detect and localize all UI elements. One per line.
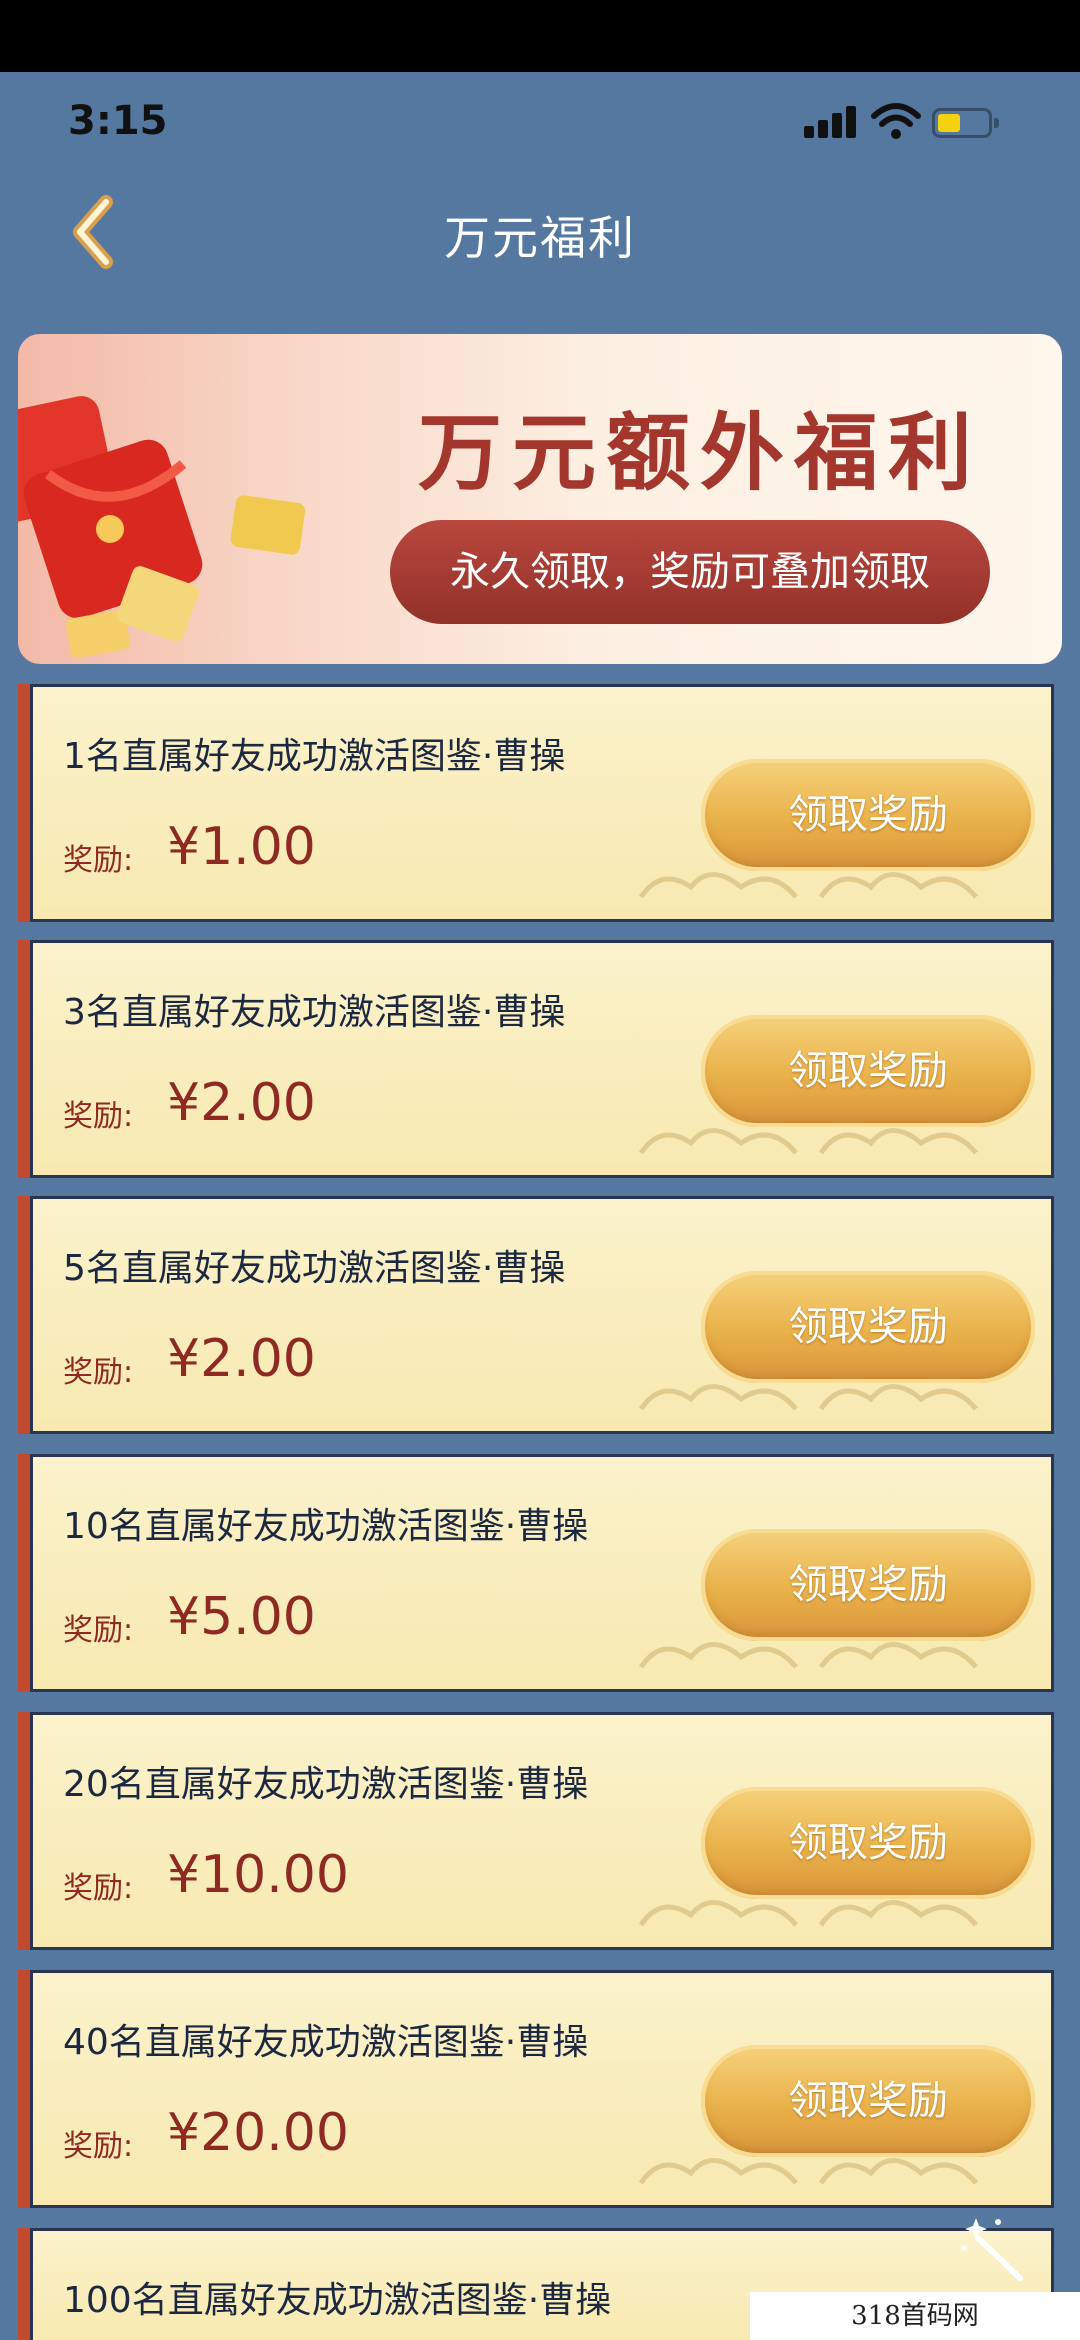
- task-card: 20名直属好友成功激活图鉴·曹操 奖励: ¥10.00 领取奖励: [30, 1712, 1054, 1950]
- task-title: 10名直属好友成功激活图鉴·曹操: [63, 1506, 589, 1547]
- claim-reward-button[interactable]: 领取奖励: [701, 1529, 1035, 1641]
- reward-amount: ¥2.00: [167, 1073, 316, 1133]
- reward-amount: ¥10.00: [167, 1845, 349, 1905]
- claim-reward-button[interactable]: 领取奖励: [701, 1787, 1035, 1899]
- signal-icon: [804, 106, 856, 138]
- claim-reward-button[interactable]: 领取奖励: [701, 1271, 1035, 1383]
- task-card: 3名直属好友成功激活图鉴·曹操 奖励: ¥2.00 领取奖励: [30, 940, 1054, 1178]
- status-icons: [804, 102, 1004, 142]
- reward-label: 奖励:: [63, 843, 134, 878]
- task-card: 5名直属好友成功激活图鉴·曹操 奖励: ¥2.00 领取奖励: [30, 1196, 1054, 1434]
- top-black-bar: [0, 0, 1080, 72]
- reward-amount: ¥20.00: [167, 2103, 349, 2163]
- reward-amount: ¥2.00: [167, 1329, 316, 1389]
- task-title: 20名直属好友成功激活图鉴·曹操: [63, 1764, 589, 1805]
- claim-reward-button[interactable]: 领取奖励: [701, 2045, 1035, 2157]
- banner-subtitle: 永久领取，奖励可叠加领取: [390, 520, 990, 624]
- task-title: 40名直属好友成功激活图鉴·曹操: [63, 2022, 589, 2063]
- page-title: 万元福利: [444, 211, 636, 265]
- task-card: 40名直属好友成功激活图鉴·曹操 奖励: ¥20.00 领取奖励: [30, 1970, 1054, 2208]
- reward-label: 奖励:: [63, 1613, 134, 1648]
- task-title: 1名直属好友成功激活图鉴·曹操: [63, 736, 566, 777]
- reward-amount: ¥5.00: [167, 1587, 316, 1647]
- battery-icon: [932, 108, 999, 138]
- nav-bar: 万元福利: [0, 172, 1080, 292]
- claim-reward-button[interactable]: 领取奖励: [701, 1015, 1035, 1127]
- wifi-icon: [871, 103, 921, 139]
- banner-title: 万元额外福利: [417, 403, 982, 502]
- magic-wand-icon[interactable]: [958, 2212, 1028, 2282]
- reward-amount: ¥1.00: [167, 817, 316, 877]
- reward-label: 奖励:: [63, 1099, 134, 1134]
- task-card: 1名直属好友成功激活图鉴·曹操 奖励: ¥1.00 领取奖励: [30, 684, 1054, 922]
- task-card: 10名直属好友成功激活图鉴·曹操 奖励: ¥5.00 领取奖励: [30, 1454, 1054, 1692]
- reward-label: 奖励:: [63, 1355, 134, 1390]
- status-time: 3:15: [68, 98, 168, 144]
- task-title: 3名直属好友成功激活图鉴·曹操: [63, 992, 566, 1033]
- reward-label: 奖励:: [63, 1871, 134, 1906]
- status-bar: 3:15: [0, 72, 1080, 172]
- task-title: 100名直属好友成功激活图鉴·曹操: [63, 2280, 612, 2321]
- reward-label: 奖励:: [63, 2129, 134, 2164]
- promo-banner: 万元额外福利 永久领取，奖励可叠加领取: [18, 334, 1062, 664]
- watermark: 318首码网 www.E318.com: [750, 2292, 1080, 2340]
- red-envelope-icon: [18, 396, 306, 658]
- task-title: 5名直属好友成功激活图鉴·曹操: [63, 1248, 566, 1289]
- claim-reward-button[interactable]: 领取奖励: [701, 759, 1035, 871]
